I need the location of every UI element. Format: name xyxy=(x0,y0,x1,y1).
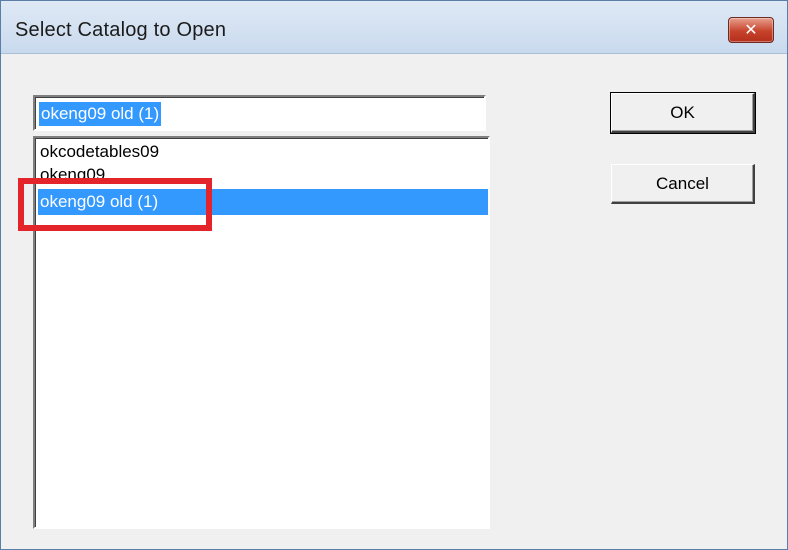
dialog-window: Select Catalog to Open ✕ okeng09 old (1)… xyxy=(0,0,788,550)
annotation-highlight-box xyxy=(18,178,212,231)
close-button[interactable]: ✕ xyxy=(728,17,774,43)
ok-button[interactable]: OK xyxy=(610,92,756,134)
window-title: Select Catalog to Open xyxy=(15,19,227,41)
cancel-button[interactable]: Cancel xyxy=(611,164,755,204)
close-icon: ✕ xyxy=(744,20,758,39)
catalog-name-input[interactable]: okeng09 old (1) xyxy=(33,95,486,131)
catalog-name-input-value: okeng09 old (1) xyxy=(39,102,162,126)
title-bar[interactable]: Select Catalog to Open ✕ xyxy=(1,1,787,54)
